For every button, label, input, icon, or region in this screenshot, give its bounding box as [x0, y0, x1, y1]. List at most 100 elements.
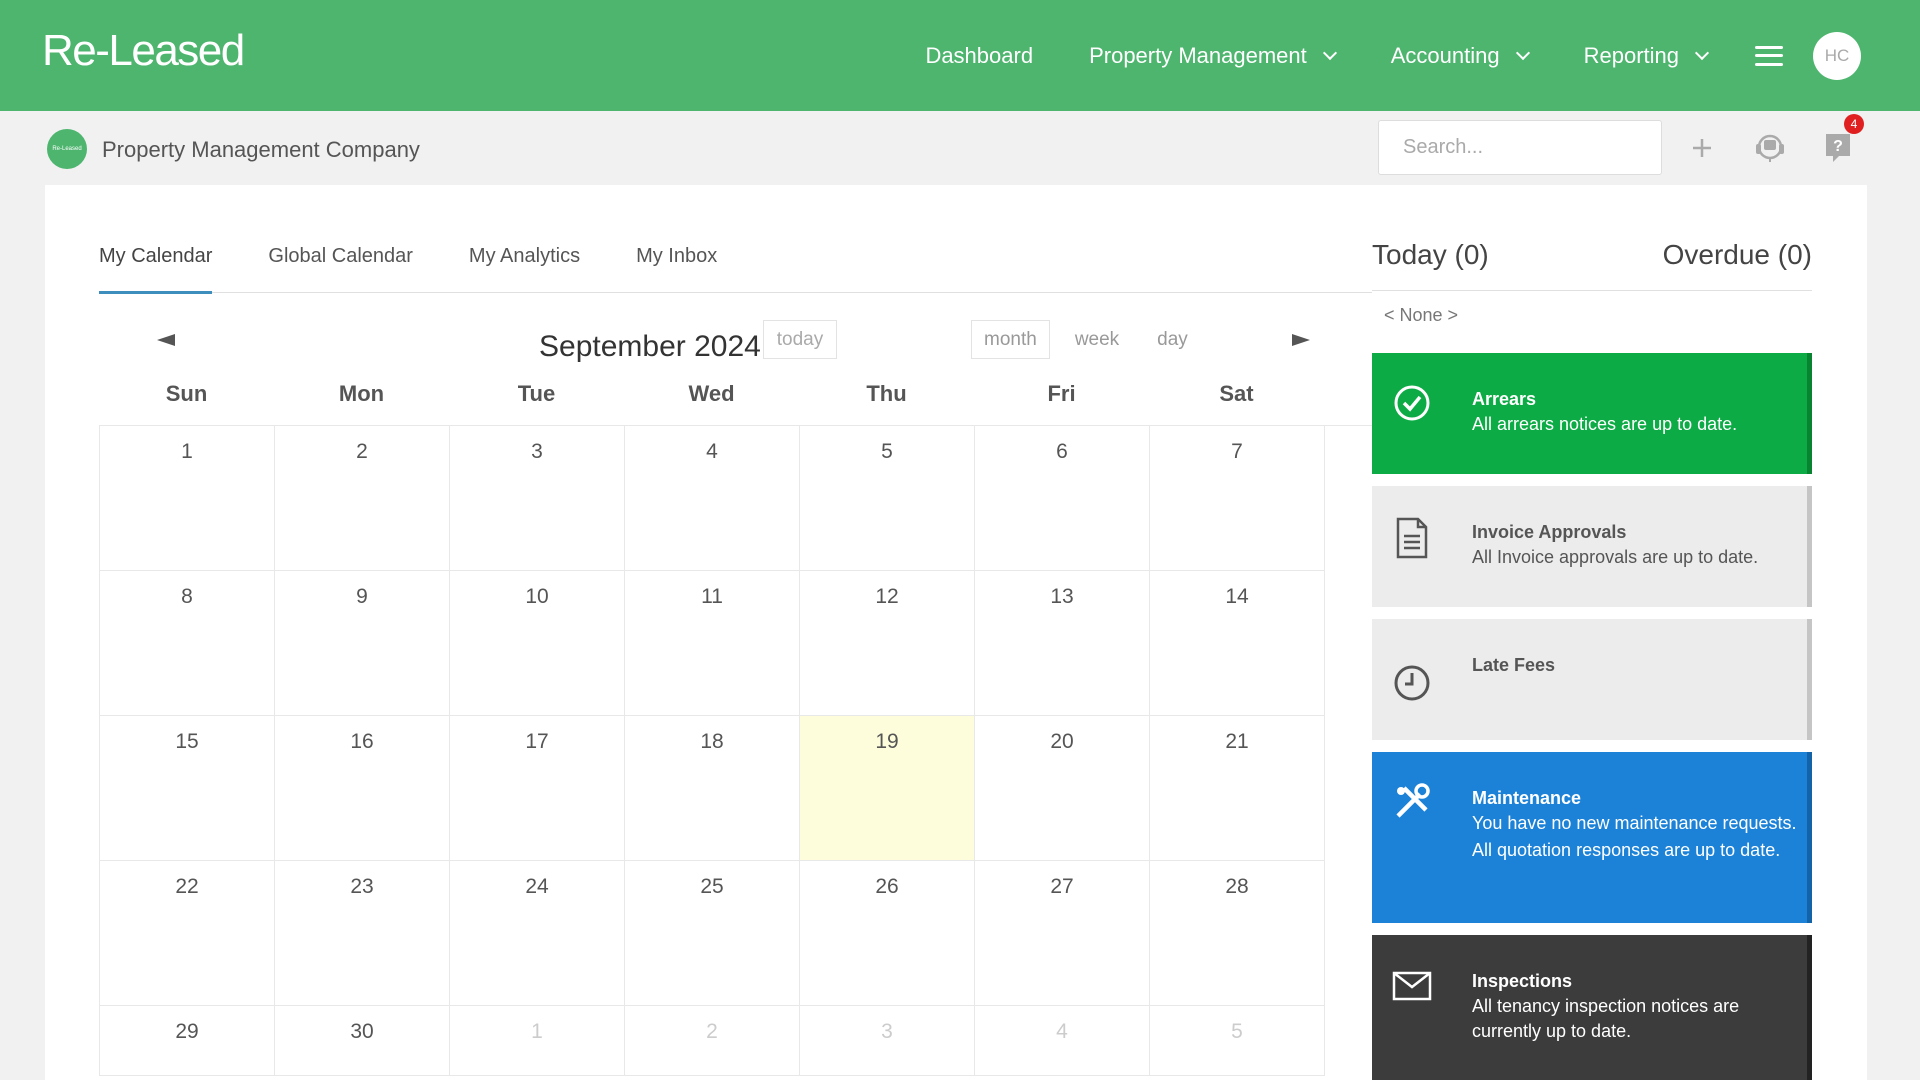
sub-header: Re-Leased Property Management Company ? … — [0, 111, 1920, 185]
check-circle-icon — [1392, 383, 1432, 474]
calendar-day-other-month[interactable]: 1 — [450, 1006, 625, 1076]
user-avatar[interactable]: HC — [1813, 31, 1861, 80]
calendar-day[interactable]: 28 — [1150, 861, 1325, 1006]
calendar-day[interactable]: 11 — [625, 571, 800, 716]
nav-reporting-label: Reporting — [1583, 42, 1679, 68]
calendar-day[interactable]: 23 — [275, 861, 450, 1006]
today-count[interactable]: Today (0) — [1372, 239, 1489, 271]
task-pager[interactable]: < None > — [1384, 305, 1458, 326]
calendar-week: 1 2 3 4 5 6 7 — [100, 426, 1372, 571]
calendar-day[interactable]: 4 — [625, 426, 800, 571]
previous-arrow-icon[interactable] — [157, 334, 175, 346]
main-nav: Dashboard Property Management Accounting… — [925, 0, 1920, 111]
add-icon[interactable] — [1682, 128, 1722, 168]
card-title: Late Fees — [1472, 655, 1556, 675]
tab-my-analytics[interactable]: My Analytics — [469, 243, 580, 293]
calendar-day[interactable]: 8 — [100, 571, 275, 716]
weekday-label: Mon — [338, 381, 385, 406]
calendar-day[interactable]: 1 — [100, 426, 275, 571]
calendar-day[interactable]: 5 — [800, 426, 975, 571]
nav-dashboard[interactable]: Dashboard — [925, 43, 1033, 69]
calendar-day-today[interactable]: 19 — [800, 716, 975, 861]
app-logo[interactable]: Re-Leased — [42, 26, 245, 76]
card-title: Arrears — [1472, 389, 1537, 409]
calendar-day[interactable]: 12 — [800, 571, 975, 716]
calendar-day[interactable]: 27 — [975, 861, 1150, 1006]
nav-accounting[interactable]: Accounting — [1390, 42, 1530, 69]
weekday-header: Sun Mon Tue Wed Thu Fri Sat — [99, 381, 1372, 425]
view-week-button[interactable]: week — [1062, 320, 1132, 359]
card-description: All arrears notices are up to date. — [1472, 414, 1738, 434]
calendar-day[interactable]: 3 — [450, 426, 625, 571]
calendar-day[interactable]: 20 — [975, 716, 1150, 861]
calendar-day-other-month[interactable]: 3 — [800, 1006, 975, 1076]
nav-property-management[interactable]: Property Management — [1089, 42, 1337, 69]
calendar-day[interactable]: 6 — [975, 426, 1150, 571]
late-fees-card[interactable]: Late Fees — [1372, 619, 1812, 740]
calendar-day[interactable]: 2 — [275, 426, 450, 571]
nav-property-management-label: Property Management — [1089, 42, 1307, 68]
view-day-button[interactable]: day — [1144, 320, 1201, 359]
tab-global-calendar[interactable]: Global Calendar — [268, 243, 413, 293]
calendar-toolbar: September 2024 today month week day — [99, 320, 1372, 370]
calendar-day[interactable]: 16 — [275, 716, 450, 861]
calendar-day[interactable]: 30 — [275, 1006, 450, 1076]
next-arrow-icon[interactable] — [1292, 334, 1310, 346]
nav-dashboard-label: Dashboard — [925, 42, 1034, 68]
search-input[interactable] — [1378, 120, 1662, 175]
company-name[interactable]: Property Management Company — [102, 137, 420, 163]
card-title: Maintenance — [1472, 788, 1582, 808]
help-icon[interactable]: ? 4 — [1818, 114, 1864, 168]
invoice-approvals-card[interactable]: Invoice Approvals All Invoice approvals … — [1372, 486, 1812, 607]
calendar-day-other-month[interactable]: 4 — [975, 1006, 1150, 1076]
card-description: All tenancy inspection notices are curre… — [1472, 996, 1740, 1041]
calendar-week: 29 30 1 2 3 4 5 — [100, 1006, 1372, 1076]
calendar-day[interactable]: 13 — [975, 571, 1150, 716]
maintenance-card[interactable]: Maintenance You have no new maintenance … — [1372, 752, 1812, 923]
calendar-day[interactable]: 26 — [800, 861, 975, 1006]
top-navbar: Re-Leased Dashboard Property Management … — [0, 0, 1920, 111]
calendar-day[interactable]: 17 — [450, 716, 625, 861]
calendar-tabs: My Calendar Global Calendar My Analytics… — [99, 243, 1372, 294]
calendar-weeks: 1 2 3 4 5 6 7 8 9 10 11 12 13 14 15 16 1… — [99, 425, 1372, 1076]
hamburger-menu-icon[interactable] — [1755, 45, 1783, 66]
calendar-day[interactable]: 25 — [625, 861, 800, 1006]
envelope-icon — [1392, 965, 1432, 1080]
tab-my-calendar[interactable]: My Calendar — [99, 243, 213, 294]
calendar-day[interactable]: 9 — [275, 571, 450, 716]
calendar-week: 8 9 10 11 12 13 14 — [100, 571, 1372, 716]
calendar-grid: Sun Mon Tue Wed Thu Fri Sat 1 2 3 4 5 6 … — [99, 381, 1372, 1076]
nav-reporting[interactable]: Reporting — [1583, 42, 1710, 69]
calendar-day[interactable]: 10 — [450, 571, 625, 716]
weekday-label: Sat — [1219, 381, 1254, 406]
arrears-card[interactable]: Arrears All arrears notices are up to da… — [1372, 353, 1812, 474]
task-summary-header: Today (0) Overdue (0) — [1372, 235, 1812, 291]
calendar-day[interactable]: 24 — [450, 861, 625, 1006]
card-description: You have no new maintenance requests. — [1472, 813, 1797, 833]
document-icon — [1392, 516, 1432, 607]
nav-accounting-label: Accounting — [1390, 42, 1500, 68]
calendar-day[interactable]: 22 — [100, 861, 275, 1006]
calendar-day[interactable]: 21 — [1150, 716, 1325, 861]
tab-my-inbox[interactable]: My Inbox — [636, 243, 717, 293]
calendar-day-other-month[interactable]: 2 — [625, 1006, 800, 1076]
weekday-label: Wed — [688, 381, 735, 406]
calendar-day[interactable]: 14 — [1150, 571, 1325, 716]
calendar-day-other-month[interactable]: 5 — [1150, 1006, 1325, 1076]
chevron-down-icon — [1515, 45, 1530, 60]
notification-badge: 4 — [1844, 114, 1864, 134]
view-month-button[interactable]: month — [971, 320, 1050, 359]
calendar-day[interactable]: 15 — [100, 716, 275, 861]
svg-text:?: ? — [1833, 138, 1843, 155]
inspections-card[interactable]: Inspections All tenancy inspection notic… — [1372, 935, 1812, 1080]
calendar-day[interactable]: 18 — [625, 716, 800, 861]
card-description: All Invoice approvals are up to date. — [1472, 547, 1759, 567]
view-switcher: month week day — [971, 320, 1213, 359]
today-button[interactable]: today — [763, 320, 837, 359]
clock-icon — [1392, 649, 1432, 740]
support-headset-icon[interactable] — [1750, 128, 1790, 168]
overdue-count[interactable]: Overdue (0) — [1663, 239, 1812, 271]
weekday-label: Sun — [165, 381, 208, 406]
calendar-day[interactable]: 7 — [1150, 426, 1325, 571]
calendar-day[interactable]: 29 — [100, 1006, 275, 1076]
